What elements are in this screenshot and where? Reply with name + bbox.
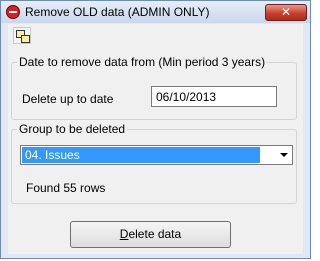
close-icon: ✕ [280,5,292,19]
window-title: Remove OLD data (ADMIN ONLY) [25,5,210,19]
delete-date-input[interactable] [151,86,277,107]
dialog-client-area: Date to remove data from (Min period 3 y… [8,24,303,254]
rows-found-status: Found 55 rows [26,181,106,195]
group-legend: Group to be deleted [17,122,128,136]
group-to-delete-groupbox: Group to be deleted 04. Issues Found 55 … [11,122,297,204]
delete-data-button[interactable]: Delete data [70,221,231,248]
group-select-dropdown-button[interactable] [276,147,291,163]
copy-windows-button[interactable] [13,27,31,44]
delete-data-label: elete data [128,227,182,241]
date-group-legend: Date to remove data from (Min period 3 y… [17,55,268,69]
dialog-window: Remove OLD data (ADMIN ONLY) ✕ Date to r… [0,0,311,259]
no-entry-icon [6,5,20,19]
delete-up-to-label: Delete up to date [22,92,114,106]
chevron-down-icon [279,153,288,157]
title-bar[interactable]: Remove OLD data (ADMIN ONLY) ✕ [1,1,310,23]
copy-windows-icon-back [21,35,30,43]
group-select-value: 04. Issues [22,147,260,163]
group-select[interactable]: 04. Issues [20,145,293,165]
close-button[interactable]: ✕ [265,4,307,21]
date-groupbox: Date to remove data from (Min period 3 y… [11,55,297,120]
